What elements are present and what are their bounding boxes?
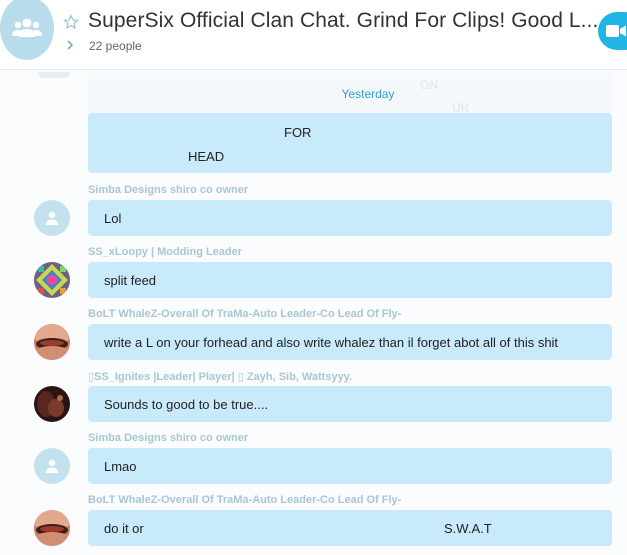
message-text: do it or: [104, 521, 144, 536]
message-bubble[interactable]: Lol: [88, 200, 612, 236]
default-user-icon: [46, 211, 58, 225]
sender-name[interactable]: SS_xLoopy | Modding Leader: [88, 246, 242, 258]
chat-header: SuperSix Official Clan Chat. Grind For C…: [0, 0, 627, 70]
sender-name[interactable]: BoLT WhaleZ-Overall Of TraMa-Auto Leader…: [88, 308, 401, 320]
message-text: write a L on your forhead and also write…: [104, 335, 559, 350]
video-call-button[interactable]: [598, 12, 627, 50]
default-user-icon: [46, 459, 58, 473]
message-bubble[interactable]: split feed: [88, 262, 612, 298]
photo-avatar-image: [34, 324, 70, 360]
group-avatar[interactable]: [0, 0, 54, 60]
message-text: Lmao: [104, 459, 137, 474]
chevron-right-icon[interactable]: [66, 39, 74, 51]
photo-avatar-dark-image: [34, 386, 70, 422]
avatar: [38, 72, 70, 78]
favorite-star-icon[interactable]: [63, 14, 79, 30]
message-bubble[interactable]: write a L on your forhead and also write…: [88, 324, 612, 360]
message-bubble[interactable]: Lmao: [88, 448, 612, 484]
message-bubble[interactable]: Sounds to good to be true....: [88, 386, 612, 422]
avatar[interactable]: [34, 510, 70, 546]
avatar[interactable]: [34, 448, 70, 484]
avatar[interactable]: [34, 262, 70, 298]
message-text: Lol: [104, 211, 122, 226]
avatar[interactable]: [34, 200, 70, 236]
message-bubble[interactable]: do it or S.W.A.T: [88, 510, 612, 546]
participant-count[interactable]: 22 people: [89, 39, 142, 53]
sender-name[interactable]: Simba Designs shiro co owner: [88, 184, 248, 196]
message-bubble[interactable]: FOR HEAD: [88, 113, 612, 173]
message-text: HEAD: [188, 149, 225, 164]
photo-avatar-image: [34, 510, 70, 546]
sender-name[interactable]: Simba Designs shiro co owner: [88, 432, 248, 444]
sender-name[interactable]: BoLT WhaleZ-Overall Of TraMa-Auto Leader…: [88, 494, 401, 506]
avatar[interactable]: [34, 386, 70, 422]
sender-name[interactable]: ▯SS_Ignites |Leader| Player| ▯ Zayh, Sib…: [88, 370, 352, 383]
avatar[interactable]: [34, 324, 70, 360]
message-text: S.W.A.T: [444, 521, 492, 536]
conversation-title[interactable]: SuperSix Official Clan Chat. Grind For C…: [88, 9, 598, 33]
message-text: FOR: [284, 125, 312, 140]
message-text: split feed: [104, 273, 157, 288]
group-icon: [12, 18, 42, 37]
video-camera-icon: [606, 25, 626, 37]
date-divider: Yesterday: [341, 87, 395, 101]
message-text: Sounds to good to be true....: [104, 397, 269, 412]
mosaic-avatar-image: [34, 262, 70, 298]
